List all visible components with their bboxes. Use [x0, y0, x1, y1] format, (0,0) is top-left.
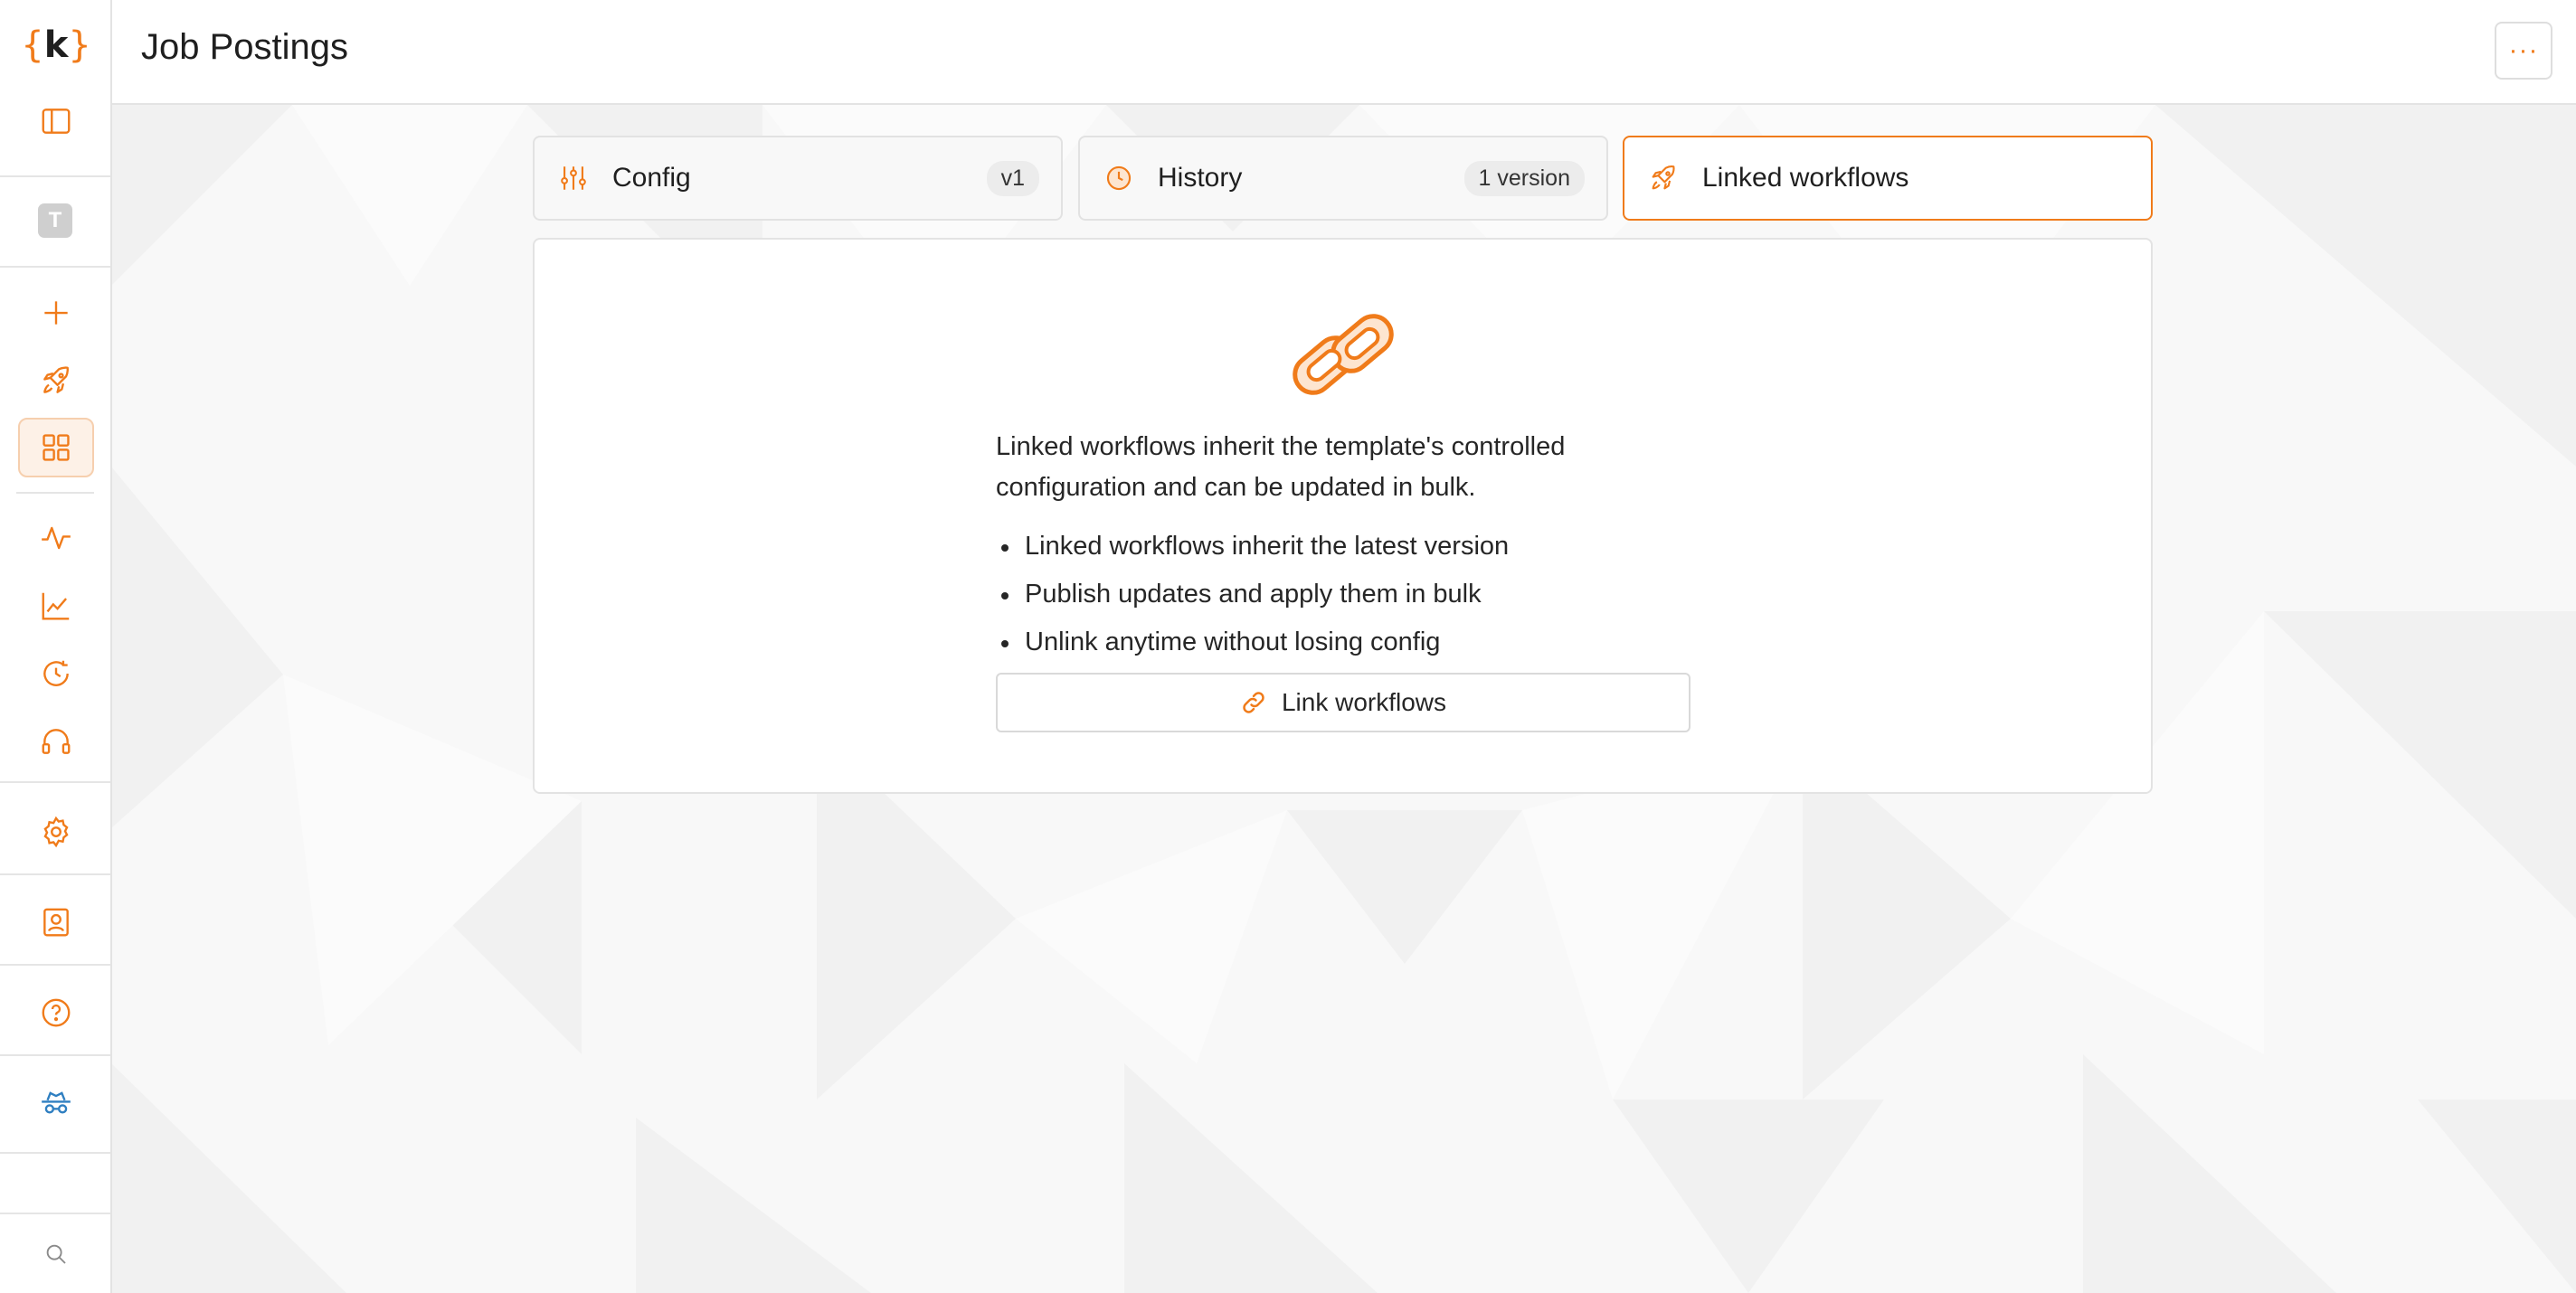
page-title: Job Postings	[141, 27, 349, 67]
list-item: Publish updates and apply them in bulk	[996, 571, 1509, 618]
sidebar-divider	[0, 873, 110, 875]
clock-icon	[1106, 165, 1132, 191]
sidebar-divider	[0, 175, 110, 177]
linked-description: Linked workflows inherit the template's …	[996, 432, 1566, 502]
plus-icon	[44, 301, 68, 325]
pulse-icon	[42, 526, 71, 550]
sidebar-item-contacts[interactable]	[18, 892, 94, 952]
search-icon	[46, 1244, 66, 1264]
sidebar-item-incognito[interactable]	[18, 1073, 94, 1133]
line-chart-icon	[42, 592, 70, 620]
tab-label: Config	[612, 163, 691, 193]
sidebar-divider	[0, 1213, 110, 1214]
sidebar-divider	[0, 1054, 110, 1056]
question-circle-icon	[42, 998, 71, 1027]
sidebar-item-activity[interactable]	[18, 508, 94, 568]
tab-label: History	[1158, 163, 1243, 193]
app-logo[interactable]: {k}	[21, 20, 91, 71]
headset-icon	[42, 729, 71, 754]
spy-hat-icon	[42, 1091, 71, 1114]
sidebar-item-settings[interactable]	[18, 802, 94, 862]
workspace-avatar[interactable]: T	[38, 203, 72, 238]
tab-history[interactable]: History 1 version	[1078, 136, 1608, 221]
sidebar-divider	[0, 781, 110, 783]
list-item: Linked workflows inherit the latest vers…	[996, 523, 1509, 571]
sidebar: {k} T	[0, 0, 112, 1293]
toggle-sidebar-button[interactable]	[18, 91, 94, 151]
new-button[interactable]	[18, 283, 94, 343]
version-badge: v1	[986, 160, 1039, 196]
grid-icon	[43, 434, 70, 461]
contact-card-icon	[43, 908, 69, 937]
sidebar-item-workflows[interactable]	[18, 351, 94, 411]
link-icon	[1243, 692, 1264, 713]
rocket-icon	[43, 366, 69, 393]
link-workflows-button[interactable]: Link workflows	[996, 673, 1690, 732]
rocket-icon	[1652, 165, 1675, 190]
sidebar-divider	[16, 492, 94, 494]
tab-linked-workflows[interactable]: Linked workflows	[1623, 136, 2153, 221]
more-options-button[interactable]: ···	[2495, 22, 2552, 80]
sidebar-item-analytics[interactable]	[18, 576, 94, 636]
link-workflows-label: Link workflows	[1281, 688, 1447, 716]
page-header: Job Postings ···	[112, 0, 2576, 105]
tab-config[interactable]: Config v1	[533, 136, 1063, 221]
chain-link-icon	[1293, 314, 1394, 395]
sidebar-search-button[interactable]	[18, 1224, 94, 1284]
sidebar-divider	[0, 266, 110, 268]
gear-icon	[43, 816, 69, 848]
list-item: Unlink anytime without losing config	[996, 618, 1509, 666]
sidebar-item-support[interactable]	[18, 712, 94, 771]
version-count-badge: 1 version	[1463, 160, 1585, 196]
benefits-list: Linked workflows inherit the latest vers…	[996, 523, 1509, 666]
sidebar-item-history[interactable]	[18, 644, 94, 703]
clock-refresh-icon	[43, 660, 69, 686]
sidebar-divider	[0, 1152, 110, 1154]
tab-label: Linked workflows	[1702, 163, 1909, 193]
sliders-icon	[561, 166, 586, 190]
sidebar-divider	[0, 964, 110, 966]
sidebar-panel-icon	[42, 109, 71, 134]
sidebar-item-help[interactable]	[18, 983, 94, 1043]
sidebar-item-templates[interactable]	[18, 418, 94, 477]
